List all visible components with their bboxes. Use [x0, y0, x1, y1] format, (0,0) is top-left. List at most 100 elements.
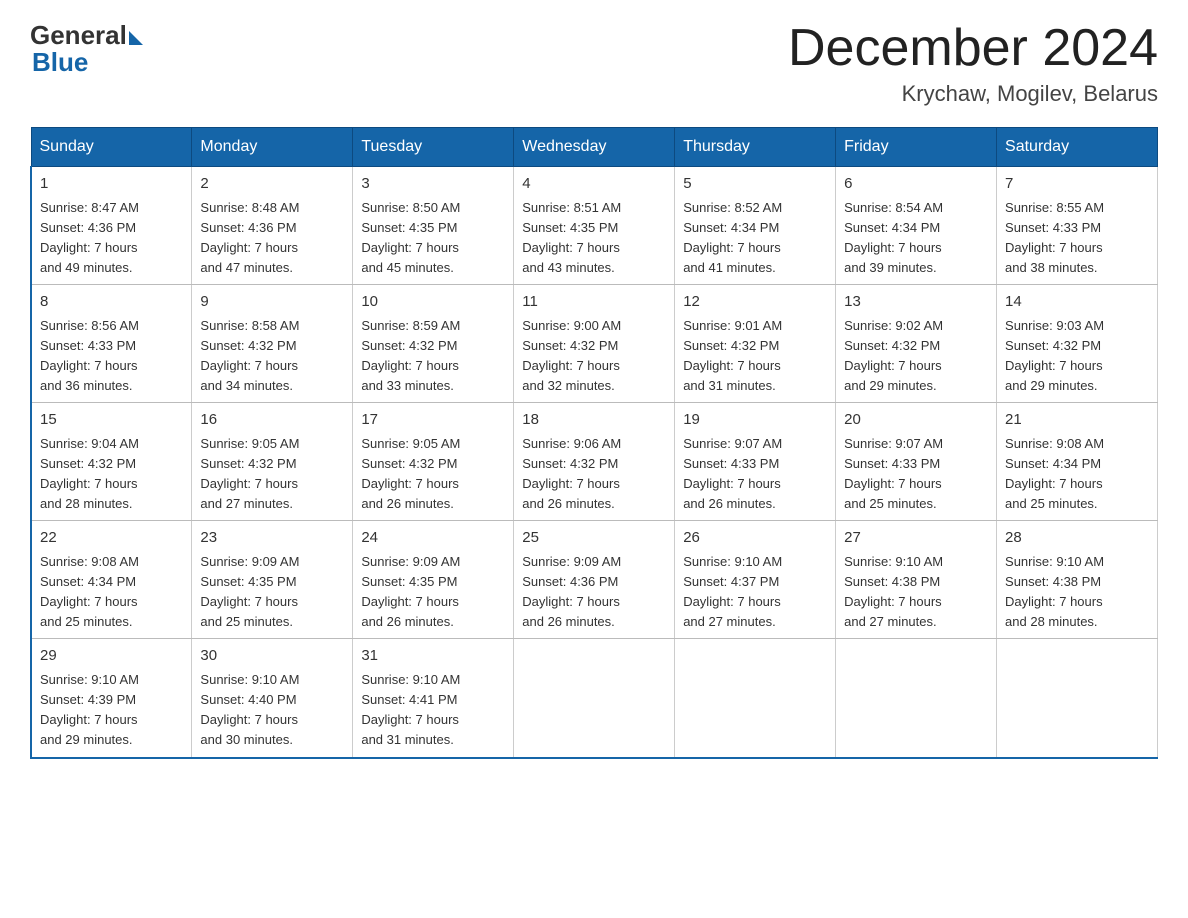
- calendar-cell: 14 Sunrise: 9:03 AMSunset: 4:32 PMDaylig…: [997, 285, 1158, 403]
- day-number: 24: [361, 527, 505, 550]
- day-number: 2: [200, 173, 344, 196]
- calendar-week-5: 29 Sunrise: 9:10 AMSunset: 4:39 PMDaylig…: [31, 639, 1158, 758]
- calendar-week-1: 1 Sunrise: 8:47 AMSunset: 4:36 PMDayligh…: [31, 167, 1158, 285]
- day-info: Sunrise: 9:04 AMSunset: 4:32 PMDaylight:…: [40, 436, 139, 511]
- weekday-header-thursday: Thursday: [675, 128, 836, 167]
- calendar-cell: 22 Sunrise: 9:08 AMSunset: 4:34 PMDaylig…: [31, 521, 192, 639]
- calendar-header: SundayMondayTuesdayWednesdayThursdayFrid…: [31, 128, 1158, 167]
- calendar-cell: 1 Sunrise: 8:47 AMSunset: 4:36 PMDayligh…: [31, 167, 192, 285]
- calendar-cell: 19 Sunrise: 9:07 AMSunset: 4:33 PMDaylig…: [675, 403, 836, 521]
- day-info: Sunrise: 9:02 AMSunset: 4:32 PMDaylight:…: [844, 318, 943, 393]
- logo-blue-text: Blue: [32, 47, 88, 78]
- day-number: 22: [40, 527, 183, 550]
- weekday-header-monday: Monday: [192, 128, 353, 167]
- calendar-week-3: 15 Sunrise: 9:04 AMSunset: 4:32 PMDaylig…: [31, 403, 1158, 521]
- day-number: 11: [522, 291, 666, 314]
- day-number: 31: [361, 645, 505, 668]
- calendar-table: SundayMondayTuesdayWednesdayThursdayFrid…: [30, 127, 1158, 758]
- day-number: 15: [40, 409, 183, 432]
- calendar-week-2: 8 Sunrise: 8:56 AMSunset: 4:33 PMDayligh…: [31, 285, 1158, 403]
- calendar-cell: 26 Sunrise: 9:10 AMSunset: 4:37 PMDaylig…: [675, 521, 836, 639]
- day-number: 6: [844, 173, 988, 196]
- weekday-header-row: SundayMondayTuesdayWednesdayThursdayFrid…: [31, 128, 1158, 167]
- page-header: General Blue December 2024 Krychaw, Mogi…: [30, 20, 1158, 107]
- day-number: 10: [361, 291, 505, 314]
- day-info: Sunrise: 9:07 AMSunset: 4:33 PMDaylight:…: [683, 436, 782, 511]
- day-info: Sunrise: 8:55 AMSunset: 4:33 PMDaylight:…: [1005, 200, 1104, 275]
- calendar-cell: [997, 639, 1158, 758]
- calendar-cell: [675, 639, 836, 758]
- day-info: Sunrise: 9:10 AMSunset: 4:39 PMDaylight:…: [40, 672, 139, 747]
- day-number: 26: [683, 527, 827, 550]
- day-info: Sunrise: 9:01 AMSunset: 4:32 PMDaylight:…: [683, 318, 782, 393]
- day-number: 17: [361, 409, 505, 432]
- day-info: Sunrise: 9:10 AMSunset: 4:37 PMDaylight:…: [683, 554, 782, 629]
- calendar-cell: 2 Sunrise: 8:48 AMSunset: 4:36 PMDayligh…: [192, 167, 353, 285]
- calendar-cell: 20 Sunrise: 9:07 AMSunset: 4:33 PMDaylig…: [836, 403, 997, 521]
- day-number: 9: [200, 291, 344, 314]
- calendar-week-4: 22 Sunrise: 9:08 AMSunset: 4:34 PMDaylig…: [31, 521, 1158, 639]
- day-info: Sunrise: 8:47 AMSunset: 4:36 PMDaylight:…: [40, 200, 139, 275]
- day-info: Sunrise: 9:06 AMSunset: 4:32 PMDaylight:…: [522, 436, 621, 511]
- day-info: Sunrise: 8:50 AMSunset: 4:35 PMDaylight:…: [361, 200, 460, 275]
- day-info: Sunrise: 8:52 AMSunset: 4:34 PMDaylight:…: [683, 200, 782, 275]
- day-number: 1: [40, 173, 183, 196]
- weekday-header-saturday: Saturday: [997, 128, 1158, 167]
- day-info: Sunrise: 9:10 AMSunset: 4:41 PMDaylight:…: [361, 672, 460, 747]
- calendar-cell: 6 Sunrise: 8:54 AMSunset: 4:34 PMDayligh…: [836, 167, 997, 285]
- weekday-header-sunday: Sunday: [31, 128, 192, 167]
- weekday-header-friday: Friday: [836, 128, 997, 167]
- day-number: 5: [683, 173, 827, 196]
- title-area: December 2024 Krychaw, Mogilev, Belarus: [788, 20, 1158, 107]
- calendar-cell: [514, 639, 675, 758]
- day-info: Sunrise: 9:10 AMSunset: 4:40 PMDaylight:…: [200, 672, 299, 747]
- day-number: 20: [844, 409, 988, 432]
- day-number: 7: [1005, 173, 1149, 196]
- day-info: Sunrise: 9:09 AMSunset: 4:36 PMDaylight:…: [522, 554, 621, 629]
- day-info: Sunrise: 9:08 AMSunset: 4:34 PMDaylight:…: [40, 554, 139, 629]
- day-info: Sunrise: 8:56 AMSunset: 4:33 PMDaylight:…: [40, 318, 139, 393]
- day-info: Sunrise: 8:48 AMSunset: 4:36 PMDaylight:…: [200, 200, 299, 275]
- calendar-cell: 15 Sunrise: 9:04 AMSunset: 4:32 PMDaylig…: [31, 403, 192, 521]
- weekday-header-wednesday: Wednesday: [514, 128, 675, 167]
- calendar-cell: 9 Sunrise: 8:58 AMSunset: 4:32 PMDayligh…: [192, 285, 353, 403]
- calendar-cell: 11 Sunrise: 9:00 AMSunset: 4:32 PMDaylig…: [514, 285, 675, 403]
- day-number: 13: [844, 291, 988, 314]
- day-info: Sunrise: 8:59 AMSunset: 4:32 PMDaylight:…: [361, 318, 460, 393]
- day-number: 28: [1005, 527, 1149, 550]
- calendar-cell: 13 Sunrise: 9:02 AMSunset: 4:32 PMDaylig…: [836, 285, 997, 403]
- calendar-cell: 17 Sunrise: 9:05 AMSunset: 4:32 PMDaylig…: [353, 403, 514, 521]
- day-info: Sunrise: 9:09 AMSunset: 4:35 PMDaylight:…: [361, 554, 460, 629]
- day-info: Sunrise: 9:10 AMSunset: 4:38 PMDaylight:…: [1005, 554, 1104, 629]
- location-text: Krychaw, Mogilev, Belarus: [788, 81, 1158, 107]
- logo-arrow-icon: [129, 31, 143, 45]
- day-number: 25: [522, 527, 666, 550]
- day-number: 14: [1005, 291, 1149, 314]
- day-info: Sunrise: 9:05 AMSunset: 4:32 PMDaylight:…: [200, 436, 299, 511]
- weekday-header-tuesday: Tuesday: [353, 128, 514, 167]
- day-number: 29: [40, 645, 183, 668]
- calendar-cell: 4 Sunrise: 8:51 AMSunset: 4:35 PMDayligh…: [514, 167, 675, 285]
- calendar-cell: 5 Sunrise: 8:52 AMSunset: 4:34 PMDayligh…: [675, 167, 836, 285]
- calendar-cell: 16 Sunrise: 9:05 AMSunset: 4:32 PMDaylig…: [192, 403, 353, 521]
- day-number: 3: [361, 173, 505, 196]
- logo: General Blue: [30, 20, 143, 78]
- day-info: Sunrise: 9:05 AMSunset: 4:32 PMDaylight:…: [361, 436, 460, 511]
- calendar-cell: 3 Sunrise: 8:50 AMSunset: 4:35 PMDayligh…: [353, 167, 514, 285]
- day-info: Sunrise: 9:07 AMSunset: 4:33 PMDaylight:…: [844, 436, 943, 511]
- day-info: Sunrise: 9:09 AMSunset: 4:35 PMDaylight:…: [200, 554, 299, 629]
- day-info: Sunrise: 8:54 AMSunset: 4:34 PMDaylight:…: [844, 200, 943, 275]
- calendar-cell: 30 Sunrise: 9:10 AMSunset: 4:40 PMDaylig…: [192, 639, 353, 758]
- day-number: 23: [200, 527, 344, 550]
- calendar-cell: 10 Sunrise: 8:59 AMSunset: 4:32 PMDaylig…: [353, 285, 514, 403]
- calendar-cell: 28 Sunrise: 9:10 AMSunset: 4:38 PMDaylig…: [997, 521, 1158, 639]
- day-info: Sunrise: 8:58 AMSunset: 4:32 PMDaylight:…: [200, 318, 299, 393]
- calendar-cell: 25 Sunrise: 9:09 AMSunset: 4:36 PMDaylig…: [514, 521, 675, 639]
- day-info: Sunrise: 9:00 AMSunset: 4:32 PMDaylight:…: [522, 318, 621, 393]
- calendar-cell: [836, 639, 997, 758]
- day-info: Sunrise: 9:08 AMSunset: 4:34 PMDaylight:…: [1005, 436, 1104, 511]
- day-info: Sunrise: 9:10 AMSunset: 4:38 PMDaylight:…: [844, 554, 943, 629]
- day-info: Sunrise: 8:51 AMSunset: 4:35 PMDaylight:…: [522, 200, 621, 275]
- month-title: December 2024: [788, 20, 1158, 77]
- day-info: Sunrise: 9:03 AMSunset: 4:32 PMDaylight:…: [1005, 318, 1104, 393]
